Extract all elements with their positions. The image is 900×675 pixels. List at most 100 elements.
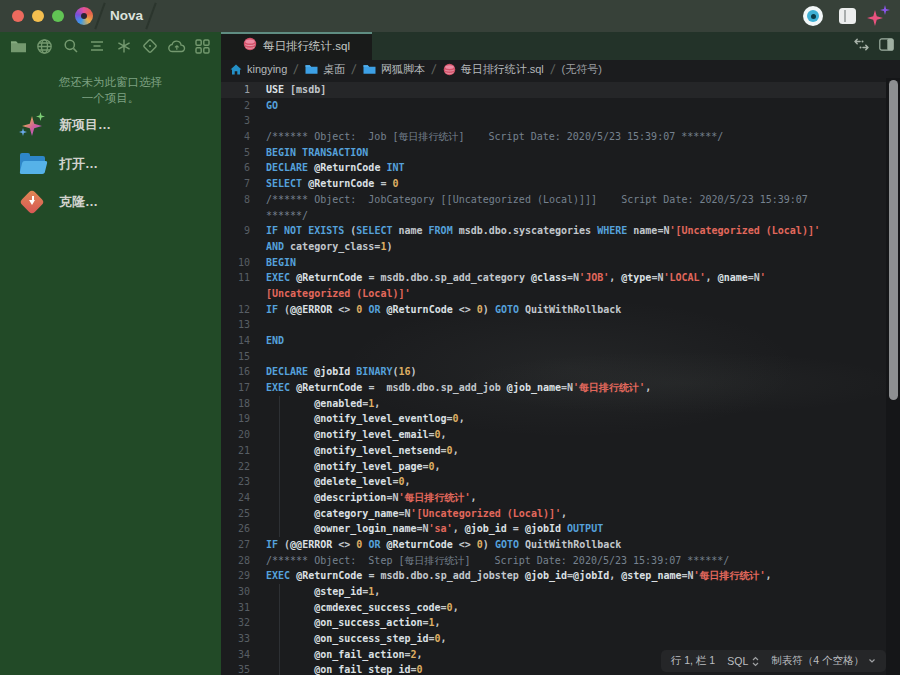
line-number: 25 xyxy=(221,506,250,522)
search-icon[interactable] xyxy=(62,37,80,55)
tabbar: 每日排行统计.sql xyxy=(221,32,900,60)
eye-icon[interactable] xyxy=(803,6,823,26)
line-number: 20 xyxy=(221,427,250,443)
sidebar-item-clone[interactable]: 克隆… xyxy=(19,189,111,215)
breadcrumb-separator: / xyxy=(351,62,357,77)
title-slash-right xyxy=(145,3,156,30)
code-line-16: 16DECLARE @jobId BINARY(16) xyxy=(221,364,886,380)
scrollbar-thumb[interactable] xyxy=(889,80,898,400)
split-editor-icon[interactable] xyxy=(853,37,870,55)
folder-icon xyxy=(363,64,376,75)
tab-active[interactable]: 每日排行统计.sql xyxy=(221,32,372,60)
statusbar: 行 1, 栏 1 SQL 制表符（4 个空格） xyxy=(661,650,886,672)
sidebar-item-label: 新项目… xyxy=(59,116,111,134)
minimize-button[interactable] xyxy=(32,10,44,22)
code-line-12: 12IF (@@ERROR <> 0 OR @ReturnCode <> 0) … xyxy=(221,302,886,318)
code-text: DECLARE @ReturnCode INT xyxy=(250,160,405,176)
breadcrumb-label: 桌面 xyxy=(323,62,345,77)
code-line-15: 15 xyxy=(221,349,886,365)
close-button[interactable] xyxy=(12,10,24,22)
cloud-icon[interactable] xyxy=(168,37,186,55)
panel-icon[interactable] xyxy=(839,8,856,24)
code-text: GO xyxy=(250,98,278,114)
code-editor[interactable]: 1USE [msdb]2GO34/****** Object: Job [每日排… xyxy=(221,78,900,675)
code-text: @owner_login_name=N'sa', @job_id = @jobI… xyxy=(250,521,603,537)
breadcrumb-label: kingying xyxy=(247,63,287,75)
code-text: /****** Object: JobCategory [[Uncategori… xyxy=(250,192,808,208)
code-text: @description=N'每日排行统计', xyxy=(250,490,477,506)
breadcrumb-item[interactable]: kingying xyxy=(230,63,287,75)
sidebar-item-open[interactable]: 打开… xyxy=(19,151,111,177)
code-line-11: 11EXEC @ReturnCode = msdb.dbo.sp_add_cat… xyxy=(221,270,886,286)
globe-icon[interactable] xyxy=(35,37,53,55)
breadcrumb-item[interactable]: (无符号) xyxy=(562,62,602,77)
line-number: 33 xyxy=(221,631,250,647)
line-number: 18 xyxy=(221,396,250,412)
code-line-8: 8/****** Object: JobCategory [[Uncategor… xyxy=(221,192,886,208)
code-text: USE [msdb] xyxy=(250,82,326,98)
breadcrumb-label: 网狐脚本 xyxy=(381,62,425,77)
code-line-1: 1USE [msdb] xyxy=(221,82,886,98)
titlebar: Nova xyxy=(0,0,900,32)
symbols-icon[interactable] xyxy=(115,37,133,55)
code-line-20: 20 @notify_level_email=0, xyxy=(221,427,886,443)
line-number: 21 xyxy=(221,443,250,459)
indentation-selector[interactable]: 制表符（4 个空格） xyxy=(771,654,876,668)
breadcrumb: kingying/桌面/网狐脚本/每日排行统计.sql/(无符号) xyxy=(221,60,900,78)
sidebar-empty-message-line2: 一个项目。 xyxy=(0,90,221,106)
sidebar: 您还未为此窗口选择 一个项目。 新项目…打开…克隆… xyxy=(0,32,221,675)
extensions-icon[interactable] xyxy=(194,37,212,55)
code-text: AND category_class=1) xyxy=(250,239,392,255)
code-text: @step_id=1, xyxy=(250,584,380,600)
code-line-17: 17EXEC @ReturnCode = msdb.dbo.sp_add_job… xyxy=(221,380,886,396)
code-line-24: 24 @description=N'每日排行统计', xyxy=(221,490,886,506)
files-icon[interactable] xyxy=(9,37,27,55)
code-line-29: 29EXEC @ReturnCode = msdb.dbo.sp_add_job… xyxy=(221,568,886,584)
line-number xyxy=(221,286,250,302)
home-icon xyxy=(230,64,242,75)
clone-icon xyxy=(19,189,46,215)
sidebar-item-label: 打开… xyxy=(59,155,98,173)
code-text: @delete_level=0, xyxy=(250,474,411,490)
line-number: 28 xyxy=(221,553,250,569)
clips-icon[interactable] xyxy=(88,37,106,55)
code-line-27: 27IF (@@ERROR <> 0 OR @ReturnCode <> 0) … xyxy=(221,537,886,553)
breadcrumb-separator: / xyxy=(431,62,437,77)
code-line-18: 18 @enabled=1, xyxy=(221,396,886,412)
line-number: 16 xyxy=(221,364,250,380)
line-number: 29 xyxy=(221,568,250,584)
sparkle-icon[interactable] xyxy=(867,5,891,27)
zoom-button[interactable] xyxy=(52,10,64,22)
code-line-2: 2GO xyxy=(221,98,886,114)
language-selector[interactable]: SQL xyxy=(727,655,759,667)
editor-panel-icon[interactable] xyxy=(879,37,894,55)
line-number: 17 xyxy=(221,380,250,396)
line-number: 19 xyxy=(221,411,250,427)
line-number: 10 xyxy=(221,255,250,271)
code-text: @enabled=1, xyxy=(250,396,380,412)
cursor-position[interactable]: 行 1, 栏 1 xyxy=(671,654,715,668)
line-number: 5 xyxy=(221,145,250,161)
line-number: 31 xyxy=(221,600,250,616)
issues-icon[interactable] xyxy=(141,37,159,55)
sidebar-toolbar xyxy=(0,32,221,60)
sidebar-item-new-project[interactable]: 新项目… xyxy=(19,112,111,138)
sql-file-icon xyxy=(443,63,456,76)
window-title: Nova xyxy=(110,0,143,32)
tab-label: 每日排行统计.sql xyxy=(263,39,350,54)
code-text: IF (@@ERROR <> 0 OR @ReturnCode <> 0) GO… xyxy=(250,302,621,318)
code-text: @on_success_step_id=0, xyxy=(250,631,447,647)
code-text: @notify_level_page=0, xyxy=(250,459,441,475)
code-text: @cmdexec_success_code=0, xyxy=(250,600,459,616)
code-line-10: 10BEGIN xyxy=(221,255,886,271)
scrollbar-track[interactable] xyxy=(886,78,900,675)
breadcrumb-item[interactable]: 网狐脚本 xyxy=(363,62,425,77)
code-line-22: 22 @notify_level_page=0, xyxy=(221,459,886,475)
code-line-14: 14END xyxy=(221,333,886,349)
code-text: /****** Object: Job [每日排行统计] Script Date… xyxy=(250,129,723,145)
line-number: 11 xyxy=(221,270,250,286)
breadcrumb-label: 每日排行统计.sql xyxy=(461,62,544,77)
breadcrumb-item[interactable]: 桌面 xyxy=(305,62,345,77)
code-text: IF NOT EXISTS (SELECT name FROM msdb.dbo… xyxy=(250,223,820,239)
breadcrumb-item[interactable]: 每日排行统计.sql xyxy=(443,62,544,77)
